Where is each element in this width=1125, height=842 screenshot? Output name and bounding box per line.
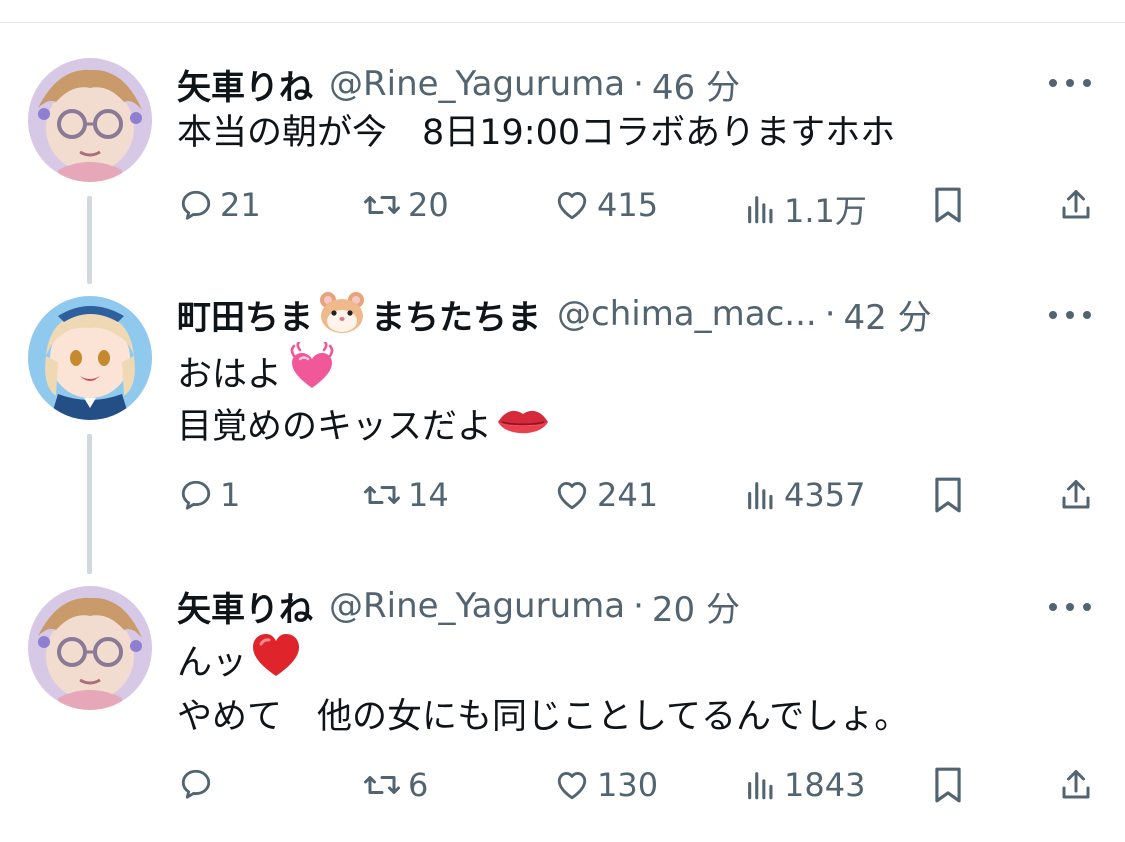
reply-icon <box>181 480 211 510</box>
reply-icon <box>181 769 211 799</box>
tweet-text: 本当の朝が今 8日19:00コラボありますホホ <box>177 113 896 153</box>
view-count: 1843 <box>784 766 866 804</box>
views-button[interactable]: 1843 <box>744 766 865 804</box>
view-count: 1.1万 <box>784 192 867 230</box>
bookmark-icon <box>935 187 961 223</box>
views-button[interactable]: 1.1万 <box>744 186 867 232</box>
tweet-actions: 21 20 415 1.1万 <box>0 186 1125 232</box>
display-name[interactable]: 矢車りね <box>177 60 313 109</box>
reply-button[interactable] <box>178 766 220 802</box>
tweet-text-line: んッ <box>177 632 305 696</box>
reply-icon <box>181 190 211 220</box>
like-button[interactable]: 415 <box>553 186 658 224</box>
red-heart-icon <box>251 632 301 696</box>
view-count: 4357 <box>784 476 866 514</box>
reply-count: 21 <box>220 186 261 224</box>
reply-button[interactable]: 1 <box>178 476 240 514</box>
share-button[interactable] <box>1058 766 1094 804</box>
share-icon <box>1062 480 1090 509</box>
avatar[interactable] <box>28 586 152 710</box>
retweet-button[interactable]: 14 <box>362 476 449 514</box>
like-button[interactable]: 241 <box>553 476 658 514</box>
user-handle[interactable]: @Rine_Yaguruma <box>329 64 625 104</box>
tweet-text: やめて 他の女にも同じことしてるんでしょ。 <box>177 697 910 737</box>
user-handle[interactable]: @Rine_Yaguruma <box>329 586 625 626</box>
more-options-icon[interactable] <box>1049 76 1091 90</box>
tweet-header: 町田ちま まちたちま @chima_mac... · 42 分 <box>177 286 932 342</box>
share-button[interactable] <box>1058 476 1094 514</box>
retweet-button[interactable]: 20 <box>362 186 449 224</box>
separator-dot: · <box>633 64 644 104</box>
views-icon <box>748 196 773 224</box>
more-options-icon[interactable] <box>1049 308 1091 322</box>
heart-icon <box>557 772 587 800</box>
display-name[interactable]: 矢車りね <box>177 582 313 631</box>
bookmark-button[interactable] <box>932 766 964 804</box>
tweet-text: おはよ <box>177 355 283 395</box>
lips-icon <box>496 399 550 457</box>
hamster-face-icon <box>317 290 367 338</box>
bookmark-button[interactable] <box>932 186 964 224</box>
reply-count: 1 <box>220 476 241 514</box>
like-count: 415 <box>597 186 659 224</box>
retweet-icon <box>364 776 400 794</box>
retweet-count: 20 <box>408 186 449 224</box>
share-icon <box>1062 190 1090 219</box>
views-button[interactable]: 4357 <box>744 476 865 514</box>
tweet-actions: 1 14 241 4357 <box>0 476 1125 522</box>
user-handle[interactable]: @chima_mac... <box>557 294 817 334</box>
more-options-icon[interactable] <box>1049 600 1091 614</box>
views-icon <box>748 772 773 800</box>
tweet-actions: 6 130 1843 <box>0 766 1125 812</box>
tweet[interactable]: 町田ちま まちたちま @chima_mac... · 42 分 おはよ 目覚めの… <box>0 262 1125 562</box>
like-count: 130 <box>597 766 659 804</box>
avatar[interactable] <box>28 296 152 420</box>
retweet-count: 6 <box>408 766 429 804</box>
tweet-text: んッ <box>177 643 248 683</box>
heart-icon <box>557 192 587 220</box>
timestamp[interactable]: 42 分 <box>844 290 932 339</box>
bookmark-icon <box>935 767 961 803</box>
timestamp[interactable]: 20 分 <box>652 582 740 631</box>
avatar[interactable] <box>28 58 152 182</box>
timestamp[interactable]: 46 分 <box>652 60 740 109</box>
retweet-icon <box>364 486 400 504</box>
tweet-text: 目覚めのキッスだよ <box>177 407 493 447</box>
heart-icon <box>557 482 587 510</box>
display-name-suffix[interactable]: まちたちま <box>371 290 541 339</box>
tweet[interactable]: 矢車りね @Rine_Yaguruma · 20 分 んッ やめて 他の女にも同… <box>0 552 1125 842</box>
bookmark-button[interactable] <box>932 476 964 514</box>
retweet-icon <box>364 196 400 214</box>
display-name[interactable]: 町田ちま <box>177 290 313 339</box>
share-button[interactable] <box>1058 186 1094 224</box>
tweet-text-line: 目覚めのキッスだよ <box>177 398 554 457</box>
separator-dot: · <box>824 294 836 334</box>
views-icon <box>748 482 773 510</box>
like-button[interactable]: 130 <box>553 766 658 804</box>
bookmark-icon <box>935 477 961 513</box>
like-count: 241 <box>597 476 659 514</box>
share-icon <box>1062 770 1090 799</box>
reply-button[interactable]: 21 <box>178 186 261 224</box>
tweet-header: 矢車りね @Rine_Yaguruma · 20 分 <box>177 578 740 634</box>
separator-dot: · <box>633 586 644 626</box>
retweet-button[interactable]: 6 <box>362 766 428 804</box>
retweet-count: 14 <box>408 476 449 514</box>
tweet[interactable]: 矢車りね @Rine_Yaguruma · 46 分 本当の朝が今 8日19:0… <box>0 22 1125 272</box>
